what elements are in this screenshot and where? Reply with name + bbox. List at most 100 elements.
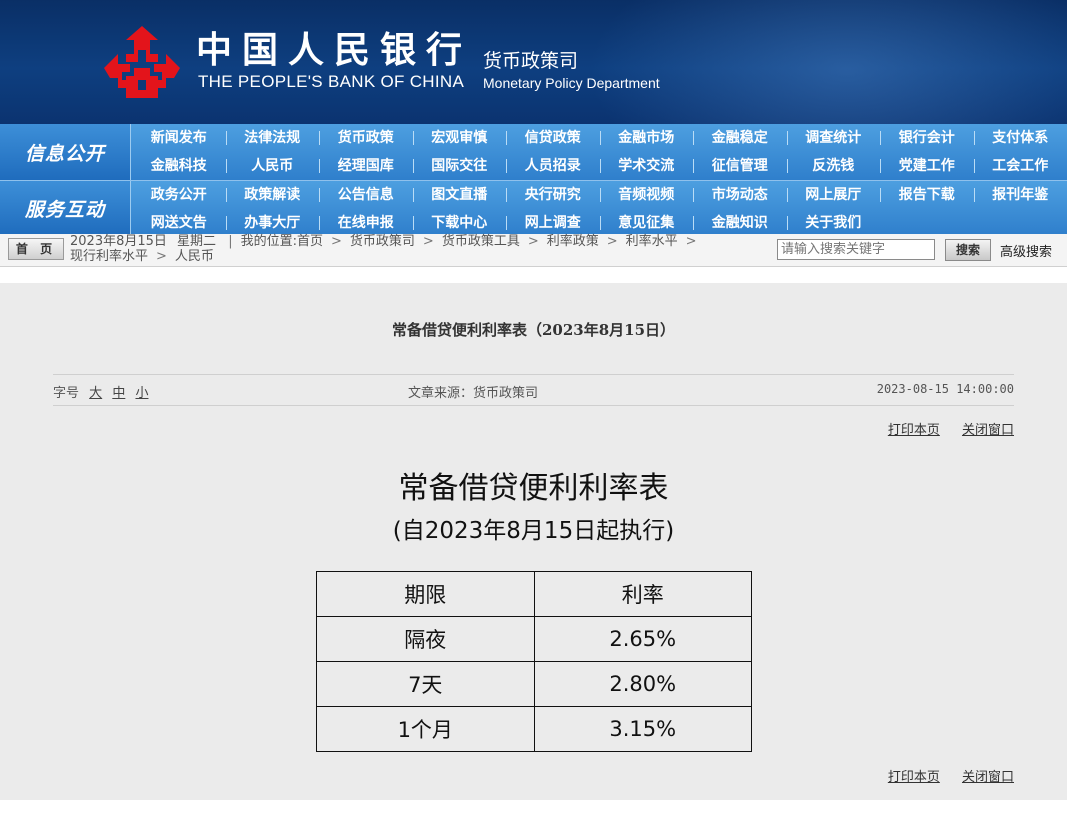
nav-item[interactable]: 报刊年鉴 <box>974 181 1067 209</box>
term-cell: 7天 <box>317 662 535 707</box>
article-source: 文章来源：货币政策司 <box>408 382 538 401</box>
nav-item[interactable]: 征信管理 <box>693 152 787 180</box>
nav-item[interactable]: 调查统计 <box>787 124 881 152</box>
pboc-emblem-icon[interactable] <box>100 24 184 100</box>
location-bar: 首 页 2023年8月15日 星期二 |我的位置:首页>货币政策司>货币政策工具… <box>0 234 1067 267</box>
main-content: 常备借贷便利利率表（2023年8月15日） 字号 大 中 小 文章来源：货币政策… <box>0 267 1067 800</box>
dept-name-en: Monetary Policy Department <box>483 75 660 91</box>
nav-item[interactable]: 宏观审慎 <box>413 124 507 152</box>
nav-row-1: 新闻发布 法律法规 货币政策 宏观审慎 信贷政策 金融市场 金融稳定 调查统计 … <box>132 124 1067 152</box>
table-header: 利率 <box>534 572 752 617</box>
page-title: 常备借贷便利利率表（2023年8月15日） <box>0 319 1067 340</box>
font-size-small[interactable]: 小 <box>135 386 148 401</box>
nav-item[interactable]: 图文直播 <box>413 181 507 209</box>
tool-links-bottom: 打印本页 关闭窗口 <box>870 766 1014 785</box>
nav-section-label: 信息公开 <box>0 124 131 180</box>
print-page-link[interactable]: 打印本页 <box>888 423 940 438</box>
nav-item[interactable]: 网送文告 <box>132 209 226 237</box>
article-subheading: (自2023年8月15日起执行) <box>0 511 1067 545</box>
breadcrumb-item[interactable]: 利率政策 <box>547 234 599 249</box>
close-window-link[interactable]: 关闭窗口 <box>962 423 1014 438</box>
nav-item[interactable]: 网上展厅 <box>787 181 881 209</box>
table-row: 7天 2.80% <box>317 662 752 707</box>
font-size-large[interactable]: 大 <box>89 386 102 401</box>
nav-item[interactable]: 音频视频 <box>600 181 694 209</box>
nav-service-interaction: 服务互动 政务公开 政策解读 公告信息 图文直播 央行研究 音频视频 市场动态 … <box>0 180 1067 235</box>
tool-links-top: 打印本页 关闭窗口 <box>870 419 1014 438</box>
bank-name-en: THE PEOPLE'S BANK OF CHINA <box>198 72 464 92</box>
breadcrumb-separator: > <box>528 234 539 249</box>
table-header: 期限 <box>317 572 535 617</box>
table-row: 1个月 3.15% <box>317 707 752 752</box>
breadcrumb-divider: | <box>228 234 232 249</box>
nav-item[interactable]: 政务公开 <box>132 181 226 209</box>
nav-item[interactable]: 央行研究 <box>506 181 600 209</box>
nav-item[interactable]: 意见征集 <box>600 209 694 237</box>
nav-item[interactable]: 经理国库 <box>319 152 413 180</box>
close-window-link[interactable]: 关闭窗口 <box>962 770 1014 785</box>
search-input[interactable] <box>777 239 935 260</box>
rate-table: 期限 利率 隔夜 2.65% 7天 2.80% 1个月 3.15% <box>316 571 752 752</box>
breadcrumb-separator: > <box>156 249 167 264</box>
font-size-medium[interactable]: 中 <box>112 386 125 401</box>
nav-item[interactable]: 反洗钱 <box>787 152 881 180</box>
bank-name-cn: 中国人民银行 <box>196 30 472 70</box>
nav-row-4: 网送文告 办事大厅 在线申报 下载中心 网上调查 意见征集 金融知识 关于我们 <box>132 209 1067 237</box>
nav-info-disclosure: 信息公开 新闻发布 法律法规 货币政策 宏观审慎 信贷政策 金融市场 金融稳定 … <box>0 124 1067 180</box>
rate-cell: 2.65% <box>534 617 752 662</box>
term-cell: 隔夜 <box>317 617 535 662</box>
header-glow <box>587 0 1067 124</box>
current-date: 2023年8月15日 <box>70 234 167 249</box>
breadcrumb-item[interactable]: 货币政策工具 <box>442 234 520 249</box>
nav-item[interactable]: 办事大厅 <box>226 209 320 237</box>
rate-cell: 2.80% <box>534 662 752 707</box>
nav-item[interactable]: 在线申报 <box>319 209 413 237</box>
font-size-control: 字号 大 中 小 <box>53 382 148 401</box>
nav-item[interactable]: 法律法规 <box>226 124 320 152</box>
nav-item[interactable]: 金融知识 <box>693 209 787 237</box>
nav-item[interactable]: 金融市场 <box>600 124 694 152</box>
breadcrumb-separator: > <box>423 234 434 249</box>
nav-item[interactable]: 学术交流 <box>600 152 694 180</box>
nav-item[interactable]: 党建工作 <box>880 152 974 180</box>
nav-item[interactable]: 金融科技 <box>132 152 226 180</box>
breadcrumb-separator: > <box>686 234 697 249</box>
nav-item[interactable]: 关于我们 <box>787 209 881 237</box>
breadcrumb-prefix[interactable]: 我的位置:首页 <box>241 234 323 249</box>
font-size-label: 字号 <box>53 386 79 401</box>
nav-item[interactable]: 信贷政策 <box>506 124 600 152</box>
article-heading: 常备借贷便利利率表 <box>0 463 1067 507</box>
dept-name-cn: 货币政策司 <box>483 50 578 72</box>
nav-row-2: 金融科技 人民币 经理国库 国际交往 人员招录 学术交流 征信管理 反洗钱 党建… <box>132 152 1067 180</box>
breadcrumb-item[interactable]: 现行利率水平 <box>70 249 148 264</box>
breadcrumb-item[interactable]: 人民币 <box>175 249 214 264</box>
table-row: 隔夜 2.65% <box>317 617 752 662</box>
print-page-link[interactable]: 打印本页 <box>888 770 940 785</box>
nav-item[interactable]: 货币政策 <box>319 124 413 152</box>
advanced-search-link[interactable]: 高级搜索 <box>1000 241 1052 260</box>
nav-item[interactable]: 公告信息 <box>319 181 413 209</box>
nav-item[interactable]: 政策解读 <box>226 181 320 209</box>
nav-item[interactable]: 工会工作 <box>974 152 1067 180</box>
nav-item[interactable]: 金融稳定 <box>693 124 787 152</box>
article-panel: 常备借贷便利利率表（2023年8月15日） 字号 大 中 小 文章来源：货币政策… <box>0 283 1067 816</box>
nav-item[interactable]: 新闻发布 <box>132 124 226 152</box>
nav-item[interactable]: 人员招录 <box>506 152 600 180</box>
nav-item[interactable]: 支付体系 <box>974 124 1067 152</box>
nav-item[interactable]: 市场动态 <box>693 181 787 209</box>
breadcrumb: 2023年8月15日 星期二 |我的位置:首页>货币政策司>货币政策工具>利率政… <box>70 234 730 264</box>
breadcrumb-item[interactable]: 利率水平 <box>626 234 678 249</box>
nav-item[interactable]: 下载中心 <box>413 209 507 237</box>
nav-item[interactable]: 人民币 <box>226 152 320 180</box>
nav-item[interactable]: 银行会计 <box>880 124 974 152</box>
home-button[interactable]: 首 页 <box>8 238 64 260</box>
nav-row-3: 政务公开 政策解读 公告信息 图文直播 央行研究 音频视频 市场动态 网上展厅 … <box>132 181 1067 209</box>
nav-section-label: 服务互动 <box>0 181 131 235</box>
breadcrumb-item[interactable]: 货币政策司 <box>350 234 415 249</box>
article-datetime: 2023-08-15 14:00:00 <box>877 382 1014 396</box>
breadcrumb-separator: > <box>331 234 342 249</box>
nav-item[interactable]: 国际交往 <box>413 152 507 180</box>
nav-item[interactable]: 报告下载 <box>880 181 974 209</box>
search-button[interactable]: 搜索 <box>945 239 991 261</box>
nav-item[interactable]: 网上调查 <box>506 209 600 237</box>
